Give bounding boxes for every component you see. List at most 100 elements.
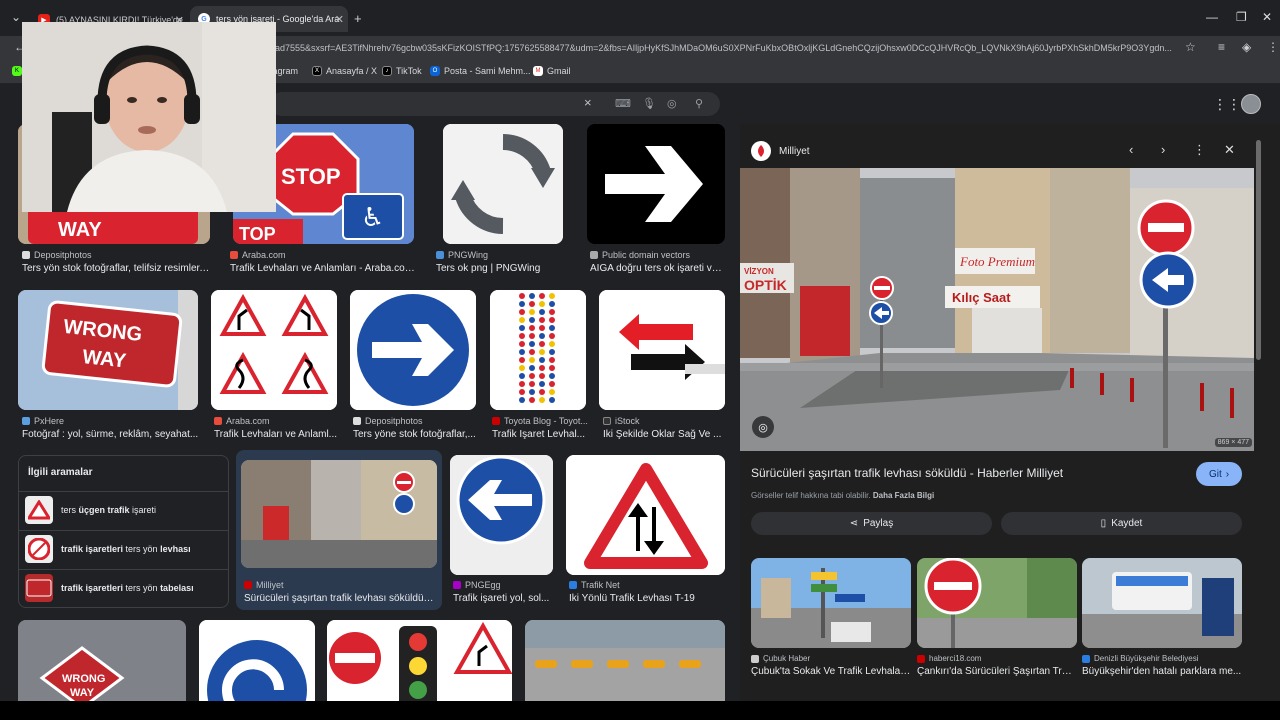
sign-dot [519,301,525,307]
account-avatar[interactable] [1241,94,1261,114]
keyboard-icon[interactable]: ⌨ [615,97,631,110]
sign-dot [549,373,555,379]
tab-search-chevron-icon[interactable]: ⌄ [11,10,21,24]
microphone-icon[interactable]: 🎙 [642,97,656,110]
result-caption-12[interactable]: İki Yönlü Trafik Levhası T-19 [569,593,725,604]
related-search-item[interactable]: ters üçgen trafik işareti [19,491,228,527]
related-caption-1[interactable]: Çubuk'ta Sokak Ve Trafik Levhaları... [751,666,911,677]
tiktok-icon: ♪ [382,66,392,76]
result-thumbnail-5[interactable]: WRONG WAY [18,290,198,410]
result-source-6: Araba.com [214,416,270,426]
bookmark-tiktok[interactable]: ♪ TikTok [382,66,422,76]
sign-dot [549,389,555,395]
result-thumbnail-4[interactable] [587,124,725,244]
sign-dot [519,389,525,395]
menu-dots-icon[interactable]: ⋮ [1267,40,1279,54]
result-thumbnail-3[interactable] [443,124,563,244]
previous-image-icon[interactable]: ‹ [1129,142,1133,157]
image-text: Kılıç Saat [952,290,1011,305]
panel-source[interactable]: Milliyet [751,141,810,161]
result-thumbnail-16[interactable] [525,620,725,701]
related-image-2[interactable] [917,558,1077,648]
image-text: VİZYON [744,267,774,276]
related-image-3[interactable] [1082,558,1242,648]
search-with-lens-icon[interactable]: ◎ [752,416,774,438]
result-thumbnail-8[interactable] [490,290,586,410]
close-icon[interactable]: ✕ [335,13,344,26]
webcam-overlay [22,22,276,212]
sign-dot [539,365,545,371]
result-caption-6[interactable]: Trafik Levhaları ve Anlaml... [214,429,340,440]
svg-text:♿: ♿ [361,203,384,233]
result-caption-5[interactable]: Fotoğraf : yol, sürme, reklâm, seyahat..… [22,429,202,440]
related-search-item[interactable]: trafik işaretleri ters yön tabelası [19,569,228,605]
bookmark-outlook[interactable]: O Posta - Sami Mehm... [430,66,531,76]
search-icon[interactable]: ⚲ [695,97,703,110]
image-text: WAY [81,346,127,373]
related-image-1[interactable] [751,558,911,648]
bookmark-kick-icon[interactable]: K [12,66,22,76]
sign-dot [549,397,555,403]
panel-scrollbar[interactable] [1256,140,1261,360]
street-photo-image [241,460,437,568]
minimize-icon[interactable]: — [1206,10,1218,24]
sign-dot [549,301,555,307]
chevron-right-icon: › [1225,468,1230,480]
result-caption-2[interactable]: Trafik Levhaları ve Anlamları - Araba.co… [230,263,420,274]
save-button[interactable]: ▯ Kaydet [1001,512,1242,535]
result-thumbnail-7[interactable] [350,290,476,410]
result-thumbnail-14[interactable] [199,620,315,701]
result-caption-10[interactable]: Sürücüleri şaşırtan trafik levhası sökül… [244,593,436,604]
image-preview-panel: Milliyet ‹ › ⋮ ✕ VİZYON OPTİK Foto Premi… [740,124,1280,701]
sign-dot [549,333,555,339]
next-image-icon[interactable]: › [1161,142,1165,157]
close-window-icon[interactable]: ✕ [1262,10,1272,24]
visit-button[interactable]: Git › [1196,462,1242,486]
result-thumbnail-10[interactable] [241,460,437,568]
result-caption-8[interactable]: Trafik İşaret Levhal... [492,429,588,440]
extension-icon[interactable]: ≡ [1218,40,1225,54]
related-caption-3[interactable]: Büyükşehir'den hatalı parklara me... [1082,666,1242,677]
sign-dot [549,357,555,363]
preview-image[interactable]: VİZYON OPTİK Foto Premium Kılıç Saat [740,168,1254,451]
panel-title[interactable]: Sürücüleri şaşırtan trafik levhası sökül… [751,466,1063,480]
result-source-5: PxHere [22,416,64,426]
result-thumbnail-12[interactable] [566,455,725,575]
new-tab-button[interactable]: + [354,11,362,26]
more-info-link[interactable]: Daha Fazla Bilgi [873,491,934,500]
related-source-3: Denizli Büyükşehir Belediyesi [1082,654,1199,663]
result-thumbnail-13[interactable]: WRONG WAY [18,620,186,701]
wrong-way-sign-icon [25,573,53,602]
result-caption-7[interactable]: Ters yöne stok fotoğraflar,... [353,429,477,440]
google-apps-icon[interactable]: ⋮⋮ [1213,96,1241,113]
result-thumbnail-11[interactable] [450,455,553,575]
close-panel-icon[interactable]: ✕ [1224,142,1235,158]
bookmark-gmail[interactable]: M Gmail [533,66,571,76]
result-caption-1[interactable]: Ters yön stok fotoğraflar, telifsiz resi… [22,263,212,274]
curve-warning-signs-image [211,290,337,410]
result-thumbnail-15[interactable] [327,620,512,701]
address-bar[interactable]: 9ad7555&sxsrf=AE3TifNhrehv76gcbw035sKFiz… [270,39,1175,57]
restore-icon[interactable]: ❐ [1236,10,1247,24]
clear-search-button[interactable]: × [584,95,592,110]
result-thumbnail-9[interactable] [599,290,725,410]
extension-shield-icon[interactable]: ◈ [1242,40,1251,54]
result-caption-9[interactable]: İki Şekilde Oklar Sağ Ve ... [603,429,725,440]
sign-dot [539,325,545,331]
sign-dot [519,341,525,347]
result-caption-11[interactable]: Trafik işareti yol, sol... [453,593,557,604]
bookmark-star-icon[interactable]: ☆ [1185,40,1196,54]
more-options-icon[interactable]: ⋮ [1193,142,1206,158]
result-thumbnail-6[interactable] [211,290,337,410]
lens-icon[interactable]: ◎ [667,97,677,110]
bookmark-x[interactable]: X Anasayfa / X [312,66,377,76]
related-caption-2[interactable]: Çankırı'da Sürücüleri Şaşırtan Trafi... [917,666,1077,677]
street-scene-photo: VİZYON OPTİK Foto Premium Kılıç Saat [740,168,1254,451]
search-input[interactable]: × ⌨ 🎙 ◎ ⚲ [270,92,720,116]
share-button[interactable]: ⋖ Paylaş [751,512,992,535]
image-dimensions: 869 × 477 [1214,438,1252,447]
rotating-arrows-image [443,124,563,244]
result-caption-4[interactable]: AIGA doğru ters ok işareti ve... [590,263,725,274]
related-search-item[interactable]: trafik işaretleri ters yön levhası [19,530,228,566]
result-caption-3[interactable]: Ters ok png | PNGWing [436,263,576,274]
